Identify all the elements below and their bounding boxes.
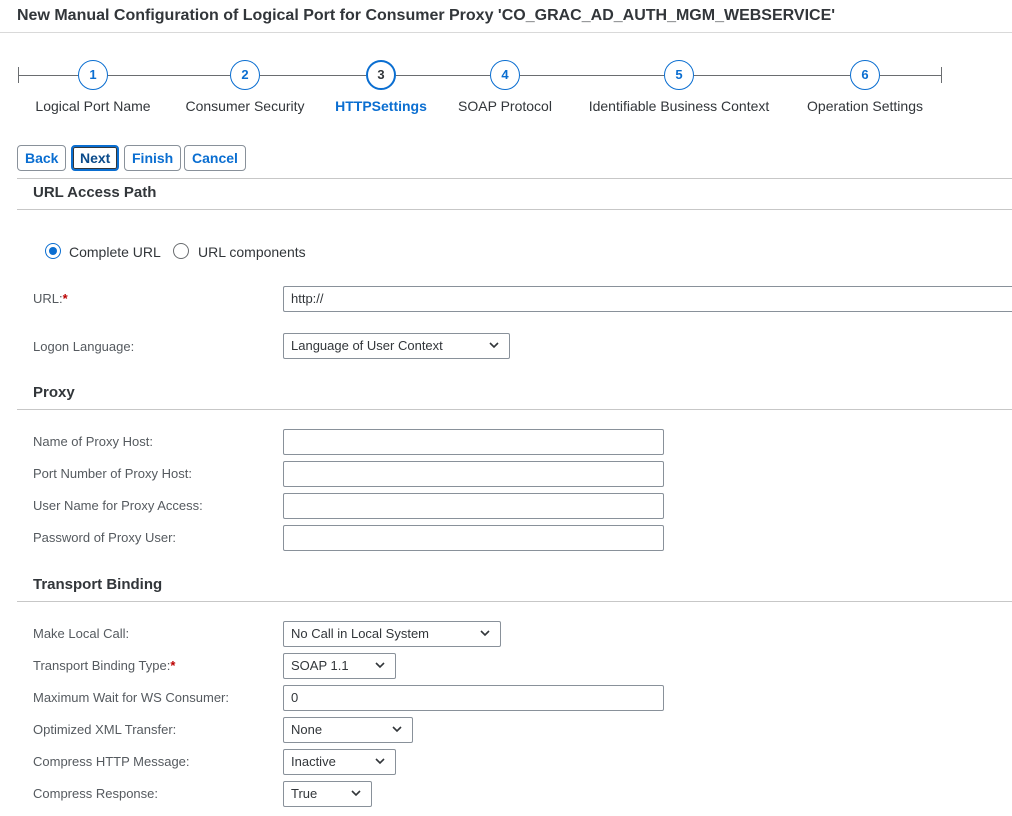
chevron-down-icon (351, 790, 361, 797)
compress-http-value: Inactive (291, 754, 336, 769)
section-divider (17, 178, 1012, 179)
wizard-connector (880, 75, 941, 76)
wizard-step-3[interactable]: 3 (366, 60, 396, 90)
logon-language-label: Logon Language: (33, 339, 135, 354)
optimized-xml-label: Optimized XML Transfer: (33, 722, 177, 737)
required-marker: * (62, 291, 68, 306)
section-title-proxy: Proxy (33, 384, 75, 401)
proxy-password-label: Password of Proxy User: (33, 530, 177, 545)
chevron-down-icon (375, 662, 385, 669)
cancel-button[interactable]: Cancel (184, 145, 246, 171)
binding-type-label-text: Transport Binding Type: (33, 658, 171, 673)
compress-response-label: Compress Response: (33, 786, 158, 801)
wizard-connector (694, 75, 850, 76)
wizard-step-1[interactable]: 1 (78, 60, 108, 90)
max-wait-input[interactable]: 0 (283, 685, 664, 711)
wizard-connector (520, 75, 664, 76)
wizard-connector (108, 75, 230, 76)
binding-type-select[interactable]: SOAP 1.1 (283, 653, 396, 679)
url-components-label[interactable]: URL components (198, 244, 306, 260)
title-divider (0, 32, 1012, 33)
finish-button[interactable]: Finish (124, 145, 182, 171)
proxy-host-input[interactable] (283, 429, 664, 455)
wizard-step-2[interactable]: 2 (230, 60, 260, 90)
proxy-port-input[interactable] (283, 461, 664, 487)
make-local-call-value: No Call in Local System (291, 626, 429, 641)
max-wait-label: Maximum Wait for WS Consumer: (33, 690, 229, 705)
binding-type-value: SOAP 1.1 (291, 658, 349, 673)
wizard-step-4[interactable]: 4 (490, 60, 520, 90)
make-local-call-label: Make Local Call: (33, 626, 130, 641)
chevron-down-icon (480, 630, 490, 637)
section-title-url-access: URL Access Path (33, 184, 157, 201)
url-components-radio[interactable] (173, 243, 189, 259)
chevron-down-icon (489, 342, 499, 349)
wizard-step-label[interactable]: Logical Port Name (35, 98, 150, 114)
wizard-step-label[interactable]: Operation Settings (807, 98, 923, 114)
wizard-step-label[interactable]: Consumer Security (185, 98, 304, 114)
url-label-text: URL: (33, 291, 63, 306)
url-label: URL:* (33, 291, 68, 306)
section-divider (17, 601, 1012, 602)
wizard-connector (260, 75, 366, 76)
wizard-end-cap (941, 67, 942, 83)
compress-response-value: True (291, 786, 318, 801)
section-divider (17, 209, 1012, 210)
logon-language-select[interactable]: Language of User Context (283, 333, 510, 359)
section-title-transport: Transport Binding (33, 576, 163, 593)
optimized-xml-value: None (291, 722, 323, 737)
complete-url-radio[interactable] (45, 243, 61, 259)
wizard-step-label[interactable]: Identifiable Business Context (589, 98, 770, 114)
proxy-port-label: Port Number of Proxy Host: (33, 466, 192, 481)
optimized-xml-select[interactable]: None (283, 717, 413, 743)
compress-response-select[interactable]: True (283, 781, 372, 807)
wizard-connector (18, 75, 78, 76)
page-title: New Manual Configuration of Logical Port… (17, 7, 836, 24)
section-divider (17, 409, 1012, 410)
wizard-connector (396, 75, 490, 76)
binding-type-label: Transport Binding Type:* (33, 658, 175, 673)
compress-http-label: Compress HTTP Message: (33, 754, 190, 769)
proxy-user-label: User Name for Proxy Access: (33, 498, 203, 513)
wizard-step-5[interactable]: 5 (664, 60, 694, 90)
chevron-down-icon (375, 758, 385, 765)
back-button[interactable]: Back (17, 145, 67, 171)
complete-url-label[interactable]: Complete URL (69, 244, 161, 260)
required-marker: * (170, 658, 176, 673)
wizard-step-label-current[interactable]: HTTPSettings (335, 98, 427, 114)
proxy-host-label: Name of Proxy Host: (33, 434, 153, 449)
url-input[interactable]: http:// (283, 286, 1012, 312)
next-button[interactable]: Next (71, 145, 120, 171)
proxy-user-input[interactable] (283, 493, 664, 519)
compress-http-select[interactable]: Inactive (283, 749, 396, 775)
wizard-step-6[interactable]: 6 (850, 60, 880, 90)
chevron-down-icon (392, 726, 402, 733)
wizard-step-label[interactable]: SOAP Protocol (458, 98, 552, 114)
proxy-password-input[interactable] (283, 525, 664, 551)
logon-language-value: Language of User Context (291, 338, 443, 353)
make-local-call-select[interactable]: No Call in Local System (283, 621, 501, 647)
